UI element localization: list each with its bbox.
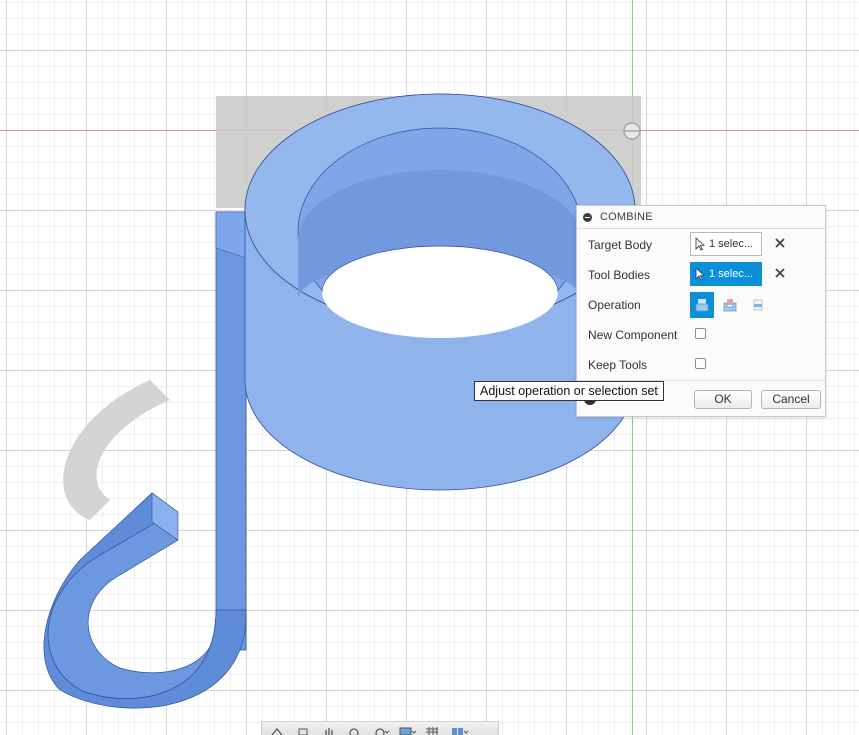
- pan-icon[interactable]: [320, 725, 338, 735]
- hook-stem: [215, 211, 247, 651]
- grid-icon[interactable]: [424, 725, 442, 735]
- fit-icon[interactable]: [372, 725, 390, 735]
- target-body-row: Target Body 1 selec...: [577, 230, 825, 260]
- keep-tools-checkbox[interactable]: [695, 358, 706, 369]
- target-body-select-button[interactable]: 1 selec...: [690, 232, 762, 256]
- viewports-icon[interactable]: [450, 725, 468, 735]
- join-icon: [695, 299, 709, 312]
- dialog-header[interactable]: COMBINE: [577, 206, 825, 229]
- tool-bodies-row: Tool Bodies 1 selec...: [577, 260, 825, 290]
- orbit-icon[interactable]: [268, 725, 286, 735]
- dialog-title: COMBINE: [600, 211, 653, 223]
- zoom-icon[interactable]: [346, 725, 364, 735]
- cut-icon: [723, 299, 737, 312]
- intersect-operation-button[interactable]: [746, 292, 770, 318]
- cursor-icon: [695, 267, 705, 281]
- cut-operation-button[interactable]: [718, 292, 742, 318]
- join-operation-button[interactable]: [690, 292, 714, 318]
- keep-tools-label: Keep Tools: [588, 358, 648, 372]
- tool-bodies-select-button[interactable]: 1 selec...: [690, 262, 762, 286]
- ok-button[interactable]: OK: [694, 390, 752, 409]
- look-at-icon[interactable]: [294, 725, 312, 735]
- target-body-selection: 1 selec...: [709, 238, 754, 250]
- navigation-toolbar: [261, 721, 499, 735]
- cancel-button[interactable]: Cancel: [761, 390, 821, 409]
- operation-row: Operation: [577, 290, 825, 320]
- keep-tools-row: Keep Tools: [577, 350, 825, 380]
- new-component-row: New Component: [577, 320, 825, 350]
- intersect-icon: [753, 299, 763, 311]
- tool-bodies-label: Tool Bodies: [588, 268, 651, 282]
- new-component-checkbox[interactable]: [695, 328, 706, 339]
- collapse-icon[interactable]: [583, 212, 592, 222]
- cursor-icon: [695, 237, 705, 251]
- tooltip: Adjust operation or selection set: [474, 381, 664, 401]
- clear-tools-icon[interactable]: [774, 267, 786, 279]
- hook-curl: [47, 519, 217, 699]
- display-settings-icon[interactable]: [398, 725, 416, 735]
- tool-bodies-selection: 1 selec...: [709, 268, 754, 280]
- new-component-label: New Component: [588, 328, 678, 342]
- clear-target-icon[interactable]: [774, 237, 786, 249]
- ring-hole: [322, 246, 558, 338]
- operation-label: Operation: [588, 298, 641, 312]
- target-body-label: Target Body: [588, 238, 653, 252]
